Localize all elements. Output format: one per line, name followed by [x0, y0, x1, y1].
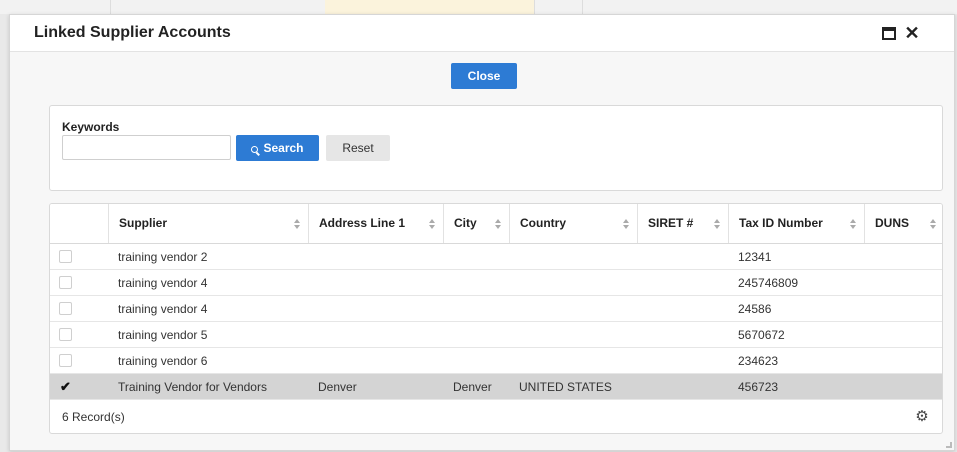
search-panel: Keywords Search Reset: [49, 105, 943, 191]
column-header-tax-id-number[interactable]: Tax ID Number: [728, 204, 864, 243]
column-header-label: Supplier: [119, 216, 168, 230]
column-header-country[interactable]: Country: [509, 204, 637, 243]
sort-icon[interactable]: [429, 219, 435, 229]
close-button[interactable]: Close: [451, 63, 517, 89]
reset-button[interactable]: Reset: [326, 135, 390, 161]
table-row[interactable]: training vendor 4 245746809: [50, 270, 942, 296]
sort-icon[interactable]: [930, 219, 936, 229]
checkbox[interactable]: [59, 276, 72, 289]
dialog-header: Linked Supplier Accounts ✕: [10, 15, 954, 52]
sort-icon[interactable]: [495, 219, 501, 229]
cell-supplier: training vendor 4: [118, 276, 208, 290]
cell-city: Denver: [453, 380, 492, 394]
maximize-icon[interactable]: [882, 27, 896, 40]
cell-tax-id-number: 245746809: [738, 276, 799, 290]
dialog-title: Linked Supplier Accounts: [34, 24, 231, 41]
checkbox[interactable]: [59, 302, 72, 315]
cell-tax-id-number: 12341: [738, 250, 772, 264]
sort-icon[interactable]: [623, 219, 629, 229]
cell-tax-id-number: 234623: [738, 354, 779, 368]
cell-supplier: training vendor 5: [118, 328, 208, 342]
background-cell: [80, 0, 111, 14]
column-header-label: SIRET #: [648, 216, 694, 230]
search-button[interactable]: Search: [236, 135, 319, 161]
column-header-label: City: [454, 216, 477, 230]
table-row[interactable]: training vendor 5 5670672: [50, 322, 942, 348]
cell-tax-id-number: 5670672: [738, 328, 785, 342]
checkbox-checked[interactable]: ✔: [59, 380, 72, 393]
column-header-duns[interactable]: DUNS: [864, 204, 942, 243]
cell-supplier: training vendor 4: [118, 302, 208, 316]
column-header-supplier[interactable]: Supplier: [108, 204, 308, 243]
sort-icon[interactable]: [294, 219, 300, 229]
column-header-city[interactable]: City: [443, 204, 509, 243]
column-header-siret[interactable]: SIRET #: [637, 204, 728, 243]
column-header-label: Tax ID Number: [739, 216, 823, 230]
gear-icon[interactable]: ⚙: [914, 409, 930, 425]
cell-address-line-1: Denver: [318, 380, 357, 394]
grid-footer: 6 Record(s) ⚙: [50, 400, 942, 433]
table-row[interactable]: training vendor 6 234623: [50, 348, 942, 374]
sort-icon[interactable]: [850, 219, 856, 229]
checkbox[interactable]: [59, 250, 72, 263]
column-header-label: Country: [520, 216, 566, 230]
grid-header: Supplier Address Line 1 City Country SIR…: [50, 204, 942, 244]
table-row[interactable]: training vendor 2 12341: [50, 244, 942, 270]
cell-tax-id-number: 456723: [738, 380, 779, 394]
background-cell: [325, 0, 535, 14]
column-header-label: Address Line 1: [319, 216, 406, 230]
cell-supplier: training vendor 6: [118, 354, 208, 368]
supplier-grid: Supplier Address Line 1 City Country SIR…: [49, 203, 943, 434]
cell-supplier: training vendor 2: [118, 250, 208, 264]
background-page-strip: [0, 0, 957, 14]
record-count: 6 Record(s): [62, 410, 125, 424]
checkbox[interactable]: [59, 354, 72, 367]
search-button-label: Search: [263, 141, 304, 155]
search-icon: [251, 146, 259, 153]
cell-country: UNITED STATES: [519, 380, 612, 394]
table-row[interactable]: ✔ Training Vendor for Vendors Denver Denver…: [50, 374, 942, 400]
cell-tax-id-number: 24586: [738, 302, 772, 316]
select-column-header: [50, 204, 108, 243]
column-header-label: DUNS: [875, 216, 910, 230]
sort-icon[interactable]: [714, 219, 720, 229]
checkbox[interactable]: [59, 328, 72, 341]
keywords-input[interactable]: [62, 135, 231, 160]
table-row[interactable]: training vendor 4 24586: [50, 296, 942, 322]
cell-supplier: Training Vendor for Vendors: [118, 380, 267, 394]
close-icon[interactable]: ✕: [903, 23, 921, 43]
column-header-address-line-1[interactable]: Address Line 1: [308, 204, 443, 243]
background-cell: [564, 0, 583, 14]
resize-handle-icon[interactable]: [946, 442, 952, 448]
linked-supplier-accounts-dialog: Linked Supplier Accounts ✕ Close Keyword…: [9, 14, 955, 451]
keywords-label: Keywords: [62, 120, 120, 134]
